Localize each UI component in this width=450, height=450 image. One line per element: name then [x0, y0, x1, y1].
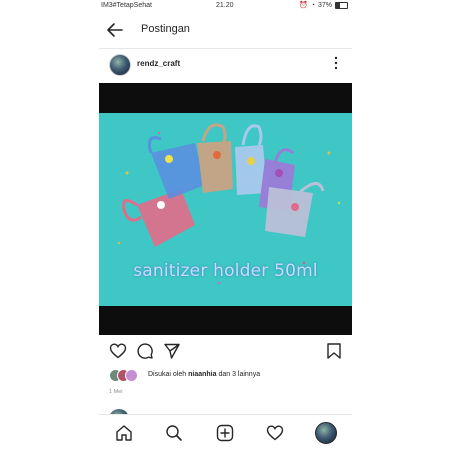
post-header: rendz_craft [99, 50, 352, 80]
post-username[interactable]: rendz_craft [137, 59, 180, 68]
heart-icon[interactable] [109, 342, 127, 360]
liked-by-prefix: Disukai oleh [148, 371, 187, 378]
bookmark-icon[interactable] [325, 342, 343, 360]
bottom-nav [99, 414, 352, 450]
add-post-icon[interactable] [216, 424, 234, 442]
avatar[interactable] [109, 54, 131, 76]
wifi-icon: ◔ [310, 1, 315, 9]
profile-avatar[interactable] [315, 422, 337, 444]
more-vertical-icon[interactable] [334, 56, 338, 70]
send-icon[interactable] [163, 342, 181, 360]
liked-by-suffix[interactable]: dan 3 lainnya [218, 371, 260, 378]
activity-heart-icon[interactable] [266, 424, 284, 442]
page-title: Postingan [141, 23, 190, 35]
status-icons: ⏰ ◔ 37% [299, 1, 348, 9]
alarm-icon: ⏰ [299, 2, 308, 9]
back-arrow-icon[interactable] [106, 21, 124, 39]
battery-percent: 37% [317, 1, 332, 9]
status-time: 21.20 [216, 2, 234, 9]
post-date: 1 Mei [109, 389, 123, 395]
top-header: Postingan [99, 12, 352, 49]
search-icon[interactable] [165, 424, 183, 442]
status-bar: IM3#TetapSehat 21.20 ⏰ ◔ 37% [99, 0, 352, 12]
carrier-label: IM3#TetapSehat [101, 2, 152, 9]
post-image[interactable]: sanitizer holder 50ml [99, 83, 352, 335]
battery-icon [335, 1, 348, 9]
comment-icon[interactable] [136, 342, 154, 360]
likes-text: Disukai oleh niaanhia dan 3 lainnya [148, 371, 260, 378]
phone-screen: IM3#TetapSehat 21.20 ⏰ ◔ 37% Postingan r… [99, 0, 352, 450]
likes-row[interactable]: Disukai oleh niaanhia dan 3 lainnya [109, 369, 349, 383]
image-caption: sanitizer holder 50ml [133, 261, 318, 281]
post-actions [99, 340, 352, 364]
liker-avatar [125, 369, 138, 382]
liked-by-user[interactable]: niaanhia [188, 371, 216, 378]
home-icon[interactable] [115, 424, 133, 442]
